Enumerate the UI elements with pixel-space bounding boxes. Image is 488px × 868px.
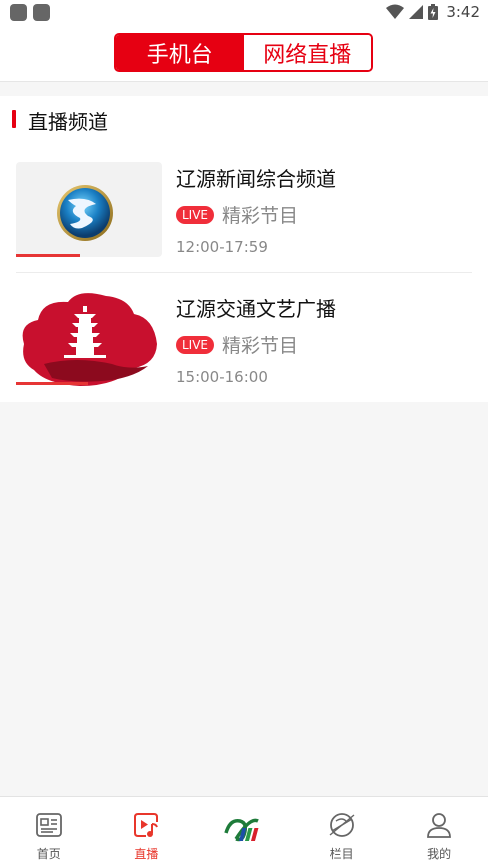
notification-icon (33, 4, 50, 21)
playback-progress (16, 254, 80, 257)
globe-logo-icon (57, 185, 113, 241)
segmented-tabs: 手机台 网络直播 (114, 33, 373, 72)
nav-station-logo[interactable] (195, 797, 293, 868)
wifi-icon (386, 4, 405, 19)
user-icon (427, 813, 452, 838)
nav-columns[interactable]: 栏目 (293, 797, 391, 868)
nav-label: 栏目 (329, 847, 354, 861)
station-logo-icon (224, 818, 259, 842)
live-video-icon (134, 813, 159, 837)
live-row: LIVE 精彩节目 (176, 201, 298, 228)
nav-label: 直播 (134, 847, 159, 861)
live-channel-panel: 直播频道 辽源新闻综合频道 LIVE 精彩节目 12:00-17:59 辽源交通… (0, 96, 488, 402)
channel-item[interactable]: 辽源交通文艺广播 LIVE 精彩节目 15:00-16:00 (0, 284, 488, 404)
pagoda-logo-icon (22, 293, 157, 386)
status-bar: 3:42 (0, 0, 488, 26)
live-badge: LIVE (176, 205, 215, 224)
nav-home[interactable]: 首页 (0, 797, 98, 868)
section-accent-bar (12, 110, 16, 128)
status-indicators: 3:42 (386, 3, 480, 21)
status-time: 3:42 (446, 3, 480, 21)
program-name: 精彩节目 (222, 335, 299, 357)
section-title: 直播频道 (28, 110, 108, 134)
top-nav: 手机台 网络直播 (0, 26, 488, 82)
live-row: LIVE 精彩节目 (176, 331, 298, 358)
bottom-nav: 首页 直播 栏目 我的 (0, 796, 488, 868)
tab-web-live[interactable]: 网络直播 (243, 35, 371, 70)
channel-item[interactable]: 辽源新闻综合频道 LIVE 精彩节目 12:00-17:59 (0, 154, 488, 274)
nav-mine[interactable]: 我的 (390, 797, 488, 868)
channel-thumbnail (16, 292, 162, 387)
nav-label: 首页 (36, 847, 61, 861)
section-header: 直播频道 (0, 96, 488, 144)
nav-live[interactable]: 直播 (98, 797, 196, 868)
planet-icon (329, 813, 355, 837)
channel-name: 辽源新闻综合频道 (176, 167, 336, 191)
nav-label: 我的 (427, 847, 452, 861)
program-name: 精彩节目 (222, 205, 299, 227)
notification-icons (10, 4, 50, 21)
cellular-signal-icon (409, 5, 424, 19)
playback-progress (16, 382, 88, 385)
tab-mobile-station[interactable]: 手机台 (116, 35, 244, 70)
time-range: 15:00-16:00 (176, 368, 268, 386)
channel-thumbnail (16, 162, 162, 257)
channel-divider (16, 272, 472, 273)
channel-name: 辽源交通文艺广播 (176, 297, 336, 321)
battery-icon (428, 4, 439, 20)
notification-icon (10, 4, 27, 21)
live-badge: LIVE (176, 335, 215, 354)
time-range: 12:00-17:59 (176, 238, 268, 256)
newspaper-icon (35, 813, 62, 837)
